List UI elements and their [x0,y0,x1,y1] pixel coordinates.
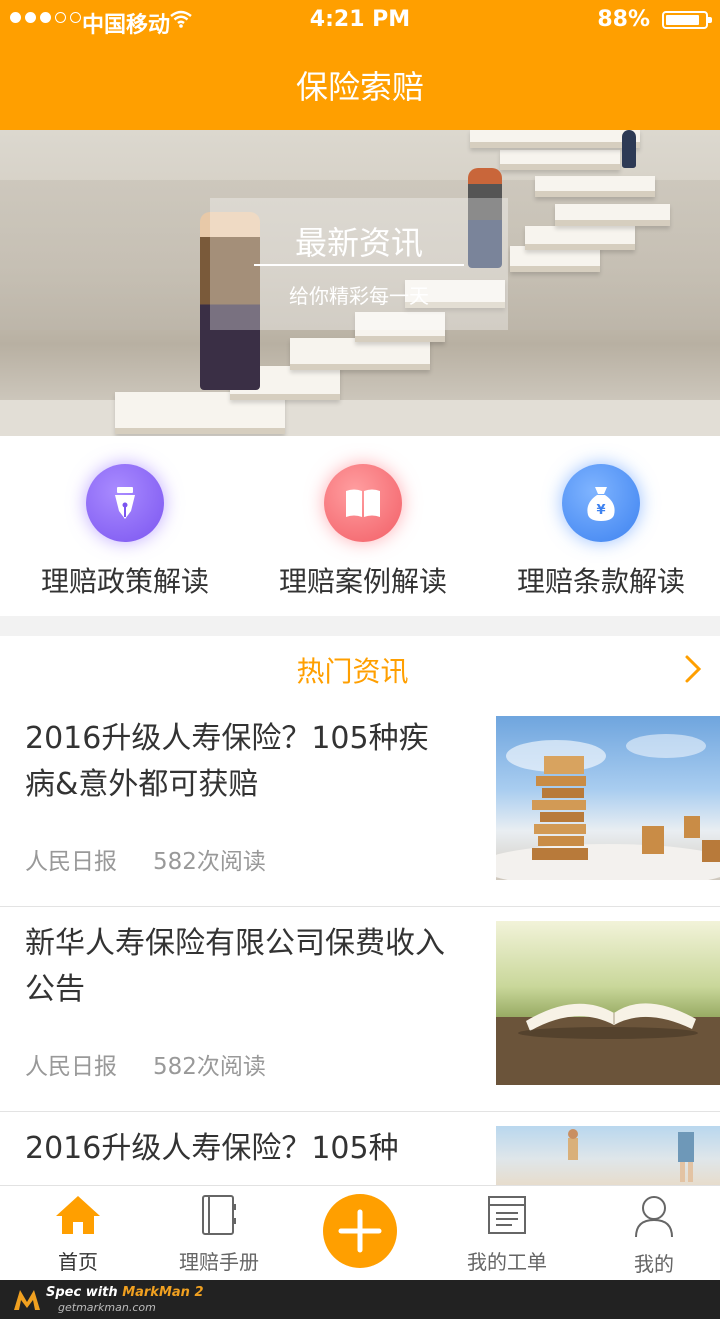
work-order-icon [486,1196,528,1240]
news-reads: 582次阅读 [153,849,266,875]
book-step [525,226,635,250]
news-item[interactable]: 2016升级人寿保险？105种 [0,1112,720,1192]
tab-label: 我的工单 [467,1250,547,1274]
news-meta: 人民日报 582次阅读 [25,1047,266,1081]
quick-entry-panel: 理赔政策解读 理赔案例解读 ¥ 理赔条款解读 [0,436,720,616]
tab-label: 我的 [634,1252,674,1276]
markman-url: getmarkman.com [58,1301,156,1314]
news-item[interactable]: 2016升级人寿保险？105种疾病&意外都可获赔 人民日报 582次阅读 [0,702,720,907]
money-bag-icon: ¥ [562,464,640,542]
news-title: 2016升级人寿保险？105种 [25,1131,399,1166]
banner-caption: 最新资讯 给你精彩每一天 [210,198,508,330]
bottom-tab-bar: 首页 理赔手册 我的工单 我的 [0,1185,720,1281]
user-icon [633,1196,675,1242]
news-item[interactable]: 新华人寿保险有限公司保费收入公告 人民日报 582次阅读 [0,907,720,1112]
news-source: 人民日报 [25,1054,117,1080]
book-step [500,150,620,170]
news-title: 新华人寿保险有限公司保费收入公告 [25,926,445,1007]
quick-entry-cases[interactable]: 理赔案例解读 [243,464,483,600]
quick-entry-label: 理赔案例解读 [278,565,447,598]
quick-entry-label: 理赔政策解读 [40,565,209,598]
quick-entry-policy[interactable]: 理赔政策解读 [5,464,245,600]
news-title: 2016升级人寿保险？105种疾病&意外都可获赔 [25,721,429,802]
markman-spec-label: Spec with [46,1285,123,1300]
banner-title: 最新资讯 [294,224,423,262]
battery-icon [662,11,712,29]
quick-entry-terms[interactable]: ¥ 理赔条款解读 [481,464,720,600]
tab-label: 理赔手册 [179,1250,259,1274]
banner-floor [0,400,720,436]
banner-divider [254,264,464,266]
news-banner[interactable]: 最新资讯 给你精彩每一天 [0,130,720,436]
tab-label: 首页 [58,1250,98,1274]
news-thumbnail [496,716,720,880]
tab-profile[interactable]: 我的 [594,1194,714,1277]
news-thumbnail [496,1126,720,1186]
book-step [555,204,670,226]
tab-work-orders[interactable]: 我的工单 [447,1194,567,1275]
svg-text:¥: ¥ [596,503,605,518]
markman-spec-text: Spec with MarkMan 2 [46,1285,204,1300]
banner-subtitle: 给你精彩每一天 [289,284,429,308]
tab-handbook[interactable]: 理赔手册 [159,1194,279,1275]
tab-home[interactable]: 首页 [18,1194,138,1275]
plus-icon [323,1209,397,1272]
distant-figure [622,130,636,168]
news-reads: 582次阅读 [153,1054,266,1080]
handbook-icon [199,1195,239,1240]
battery-percentage: 88% [597,7,650,32]
news-thumbnail [496,921,720,1085]
top-bar: 中国移动 4:21 PM 88% 保险索赔 [0,0,720,130]
status-bar: 中国移动 4:21 PM 88% [0,0,720,40]
hot-news-header[interactable]: 热门资讯 [0,636,720,702]
hot-news-title: 热门资讯 [296,655,409,688]
quick-entry-label: 理赔条款解读 [516,565,685,598]
book-step [290,338,430,370]
home-icon [54,1196,102,1240]
book-step [470,130,640,148]
add-button[interactable] [323,1194,397,1268]
news-source: 人民日报 [25,849,117,875]
pen-nib-icon [86,464,164,542]
battery-fill [666,15,700,25]
markman-footer: Spec with MarkMan 2 getmarkman.com [0,1280,720,1319]
book-icon [324,464,402,542]
page-title: 保险索赔 [295,68,424,106]
book-step [535,176,655,197]
markman-logo-icon [12,1286,42,1312]
markman-brand: MarkMan 2 [122,1285,204,1300]
news-meta: 人民日报 582次阅读 [25,842,266,876]
chevron-right-icon[interactable] [684,654,702,688]
